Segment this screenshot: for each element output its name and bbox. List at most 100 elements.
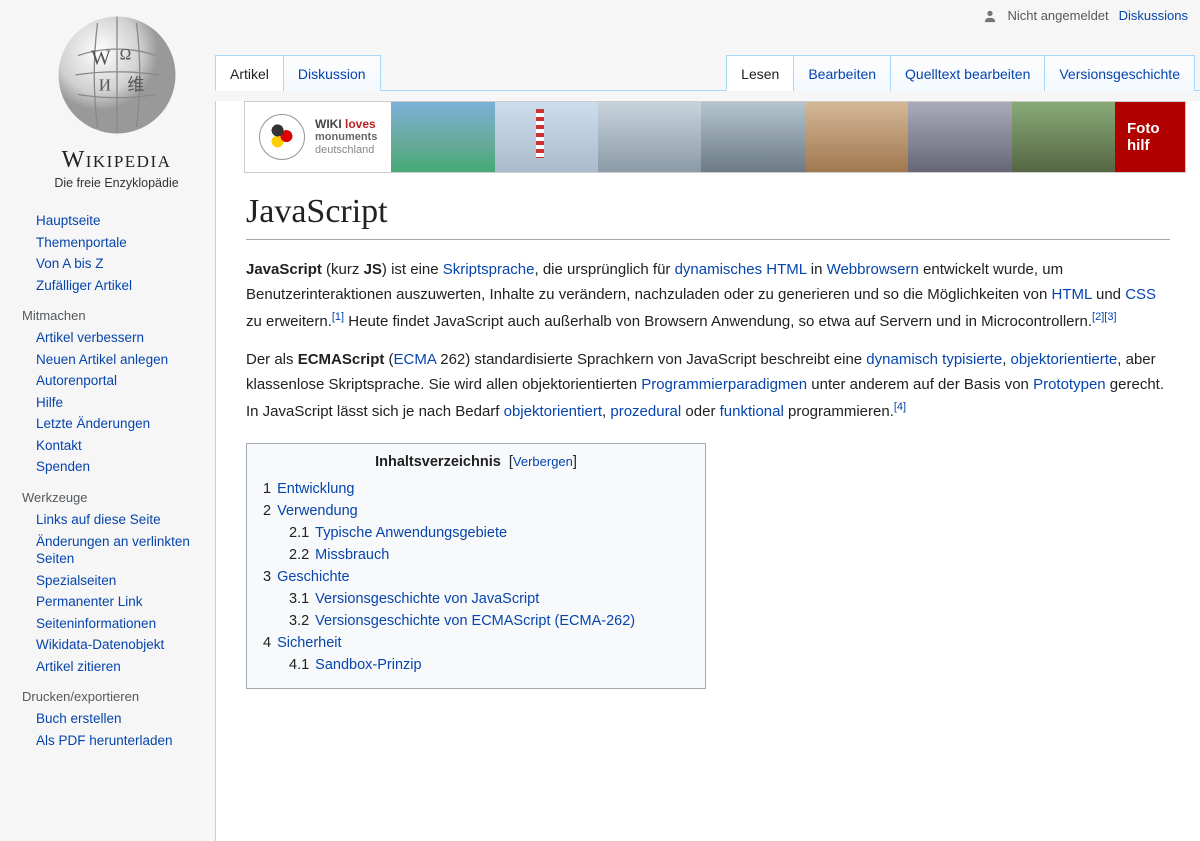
tab-quelltext-bearbeiten[interactable]: Quelltext bearbeiten [890,55,1045,91]
nav-link[interactable]: Buch erstellen [36,711,122,726]
toc-link[interactable]: Geschichte [277,569,350,585]
tab-artikel[interactable]: Artikel [215,55,284,91]
ref-1[interactable]: [1] [332,311,344,323]
notice-l3: deutschland [315,144,377,157]
nav-main: Hauptseite Themenportale Von A bis Z Zufäll… [20,210,213,296]
topbar-talk-link[interactable]: Diskussions [1119,8,1188,23]
nav-link[interactable]: Letzte Änderungen [36,416,150,431]
nav-link[interactable]: Von A bis Z [36,256,104,271]
nav-link[interactable]: Permanenter Link [36,594,143,609]
nav-link[interactable]: Spenden [36,459,90,474]
tab-versionsgeschichte[interactable]: Versionsgeschichte [1044,55,1195,91]
tabs-right: LesenBearbeitenQuelltext bearbeitenVersi… [726,54,1194,90]
nav-link[interactable]: Hauptseite [36,213,101,228]
ref-3[interactable]: [3] [1104,311,1116,323]
link-prototypen[interactable]: Prototypen [1033,376,1106,393]
tabs-left: ArtikelDiskussion [215,54,380,90]
toc-link[interactable]: Versionsgeschichte von ECMAScript (ECMA-… [315,613,635,629]
toc-item: 3.2Versionsgeschichte von ECMAScript (EC… [263,610,689,632]
toc: Inhaltsverzeichnis [Verbergen] 1Entwickl… [246,443,706,689]
txt: Der als [246,351,298,368]
notice-banner[interactable]: WIKI loves monuments deutschland Foto [244,101,1186,173]
tab-bearbeiten[interactable]: Bearbeiten [793,55,891,91]
nav-link[interactable]: Zufälliger Artikel [36,278,132,293]
link-html[interactable]: HTML [1052,286,1092,303]
nav-link[interactable]: Hilfe [36,395,63,410]
link-dhtml[interactable]: dynamisches HTML [675,261,807,278]
nav-drucken: Drucken/exportieren Buch erstellenAls PD… [20,689,213,751]
toc-link[interactable]: Typische Anwendungsgebiete [315,525,507,541]
link-funktional[interactable]: funktional [720,403,784,420]
notice-cta[interactable]: Foto hilf [1115,102,1185,172]
toc-item: 4.1 Sandbox-Prinzip [263,654,689,676]
sidebar: W Ω И 维 Wikipedia Die freie Enzyklopädie… [0,0,215,841]
nav-link[interactable]: Änderungen an verlinkten Seiten [36,534,190,567]
tab-diskussion[interactable]: Diskussion [283,55,381,91]
toc-link[interactable]: Sicherheit [277,635,341,651]
link-objektorientierte[interactable]: objektorientierte [1011,351,1118,368]
toc-link[interactable]: Entwicklung [277,481,354,497]
lead-p2: Der als ECMAScript (ECMA 262) standardis… [246,348,1170,424]
txt: (kurz [322,261,364,278]
svg-text:Ω: Ω [119,46,131,63]
wikipedia-globe-icon: W Ω И 维 [52,10,182,140]
tab-lesen[interactable]: Lesen [726,55,794,91]
toc-number: 2.1 [289,525,309,541]
txt: Heute findet JavaScript auch außerhalb v… [344,313,1092,330]
nav-link[interactable]: Autorenportal [36,373,117,388]
ref-2[interactable]: [2] [1092,311,1104,323]
txt: zu erweitern. [246,313,332,330]
link-prozedural[interactable]: prozedural [610,403,681,420]
notice-text: WIKI loves monuments deutschland [315,117,377,158]
txt: , die ursprünglich für [535,261,675,278]
txt: 262) standardisierte Sprachkern von Java… [436,351,866,368]
toc-link[interactable]: Verwendung [277,503,358,519]
toc-link[interactable]: Versionsgeschichte von JavaScript [315,591,539,607]
link-programmierparadigmen[interactable]: Programmierparadigmen [641,376,807,393]
nav-link[interactable]: Als PDF herunterladen [36,733,173,748]
notice-images [391,102,1115,172]
svg-text:И: И [98,76,110,95]
toc-number: 3 [263,569,271,585]
toc-link[interactable]: Missbrauch [315,547,389,563]
tabs-row: ArtikelDiskussion LesenBearbeitenQuellte… [215,54,1200,91]
link-css[interactable]: CSS [1125,286,1156,303]
txt: oder [681,403,719,420]
notice-l1a: WIKI [315,117,342,131]
nav-mitmachen: Mitmachen Artikel verbessernNeuen Artike… [20,308,213,478]
toc-hide-link[interactable]: Verbergen [513,454,573,469]
nav-link[interactable]: Seiteninformationen [36,616,156,631]
nav-link[interactable]: Wikidata-Datenobjekt [36,637,164,652]
toc-link[interactable]: Sandbox-Prinzip [315,657,421,673]
txt: programmieren. [784,403,894,420]
nav-link[interactable]: Themenportale [36,235,127,250]
link-skriptsprache[interactable]: Skriptsprache [443,261,535,278]
txt: JS [364,261,382,278]
txt: ( [384,351,393,368]
notice-cta-l1: Foto [1127,120,1159,137]
nav-link[interactable]: Artikel zitieren [36,659,121,674]
nav-link[interactable]: Artikel verbessern [36,330,144,345]
toc-title: Inhaltsverzeichnis [375,454,501,470]
logo[interactable]: W Ω И 维 Wikipedia Die freie Enzyklopädie [20,10,213,190]
ref-4[interactable]: [4] [894,401,906,413]
txt: und [1092,286,1125,303]
link-webbrowser[interactable]: Webbrowsern [827,261,919,278]
link-dynamisch[interactable]: dynamisch typisierte [866,351,1002,368]
nav-link[interactable]: Spezialseiten [36,573,116,588]
txt: , [1002,351,1010,368]
link-objektorientiert[interactable]: objektorientiert [504,403,602,420]
toc-number: 4 [263,635,271,651]
nav-link[interactable]: Kontakt [36,438,82,453]
toc-item: 2.1 Typische Anwendungsgebiete [263,522,689,544]
toc-number: 4.1 [289,657,309,673]
nav-link[interactable]: Links auf diese Seite [36,512,161,527]
link-ecma[interactable]: ECMA [394,351,437,368]
main: Nicht angemeldet Diskussions ArtikelDisk… [215,0,1200,841]
txt: JavaScript [246,261,322,278]
logo-tagline: Die freie Enzyklopädie [20,176,213,190]
page-title: JavaScript [246,193,1170,240]
nav-link[interactable]: Neuen Artikel anlegen [36,352,168,367]
txt: ECMAScript [298,351,385,368]
toc-number: 2 [263,503,271,519]
